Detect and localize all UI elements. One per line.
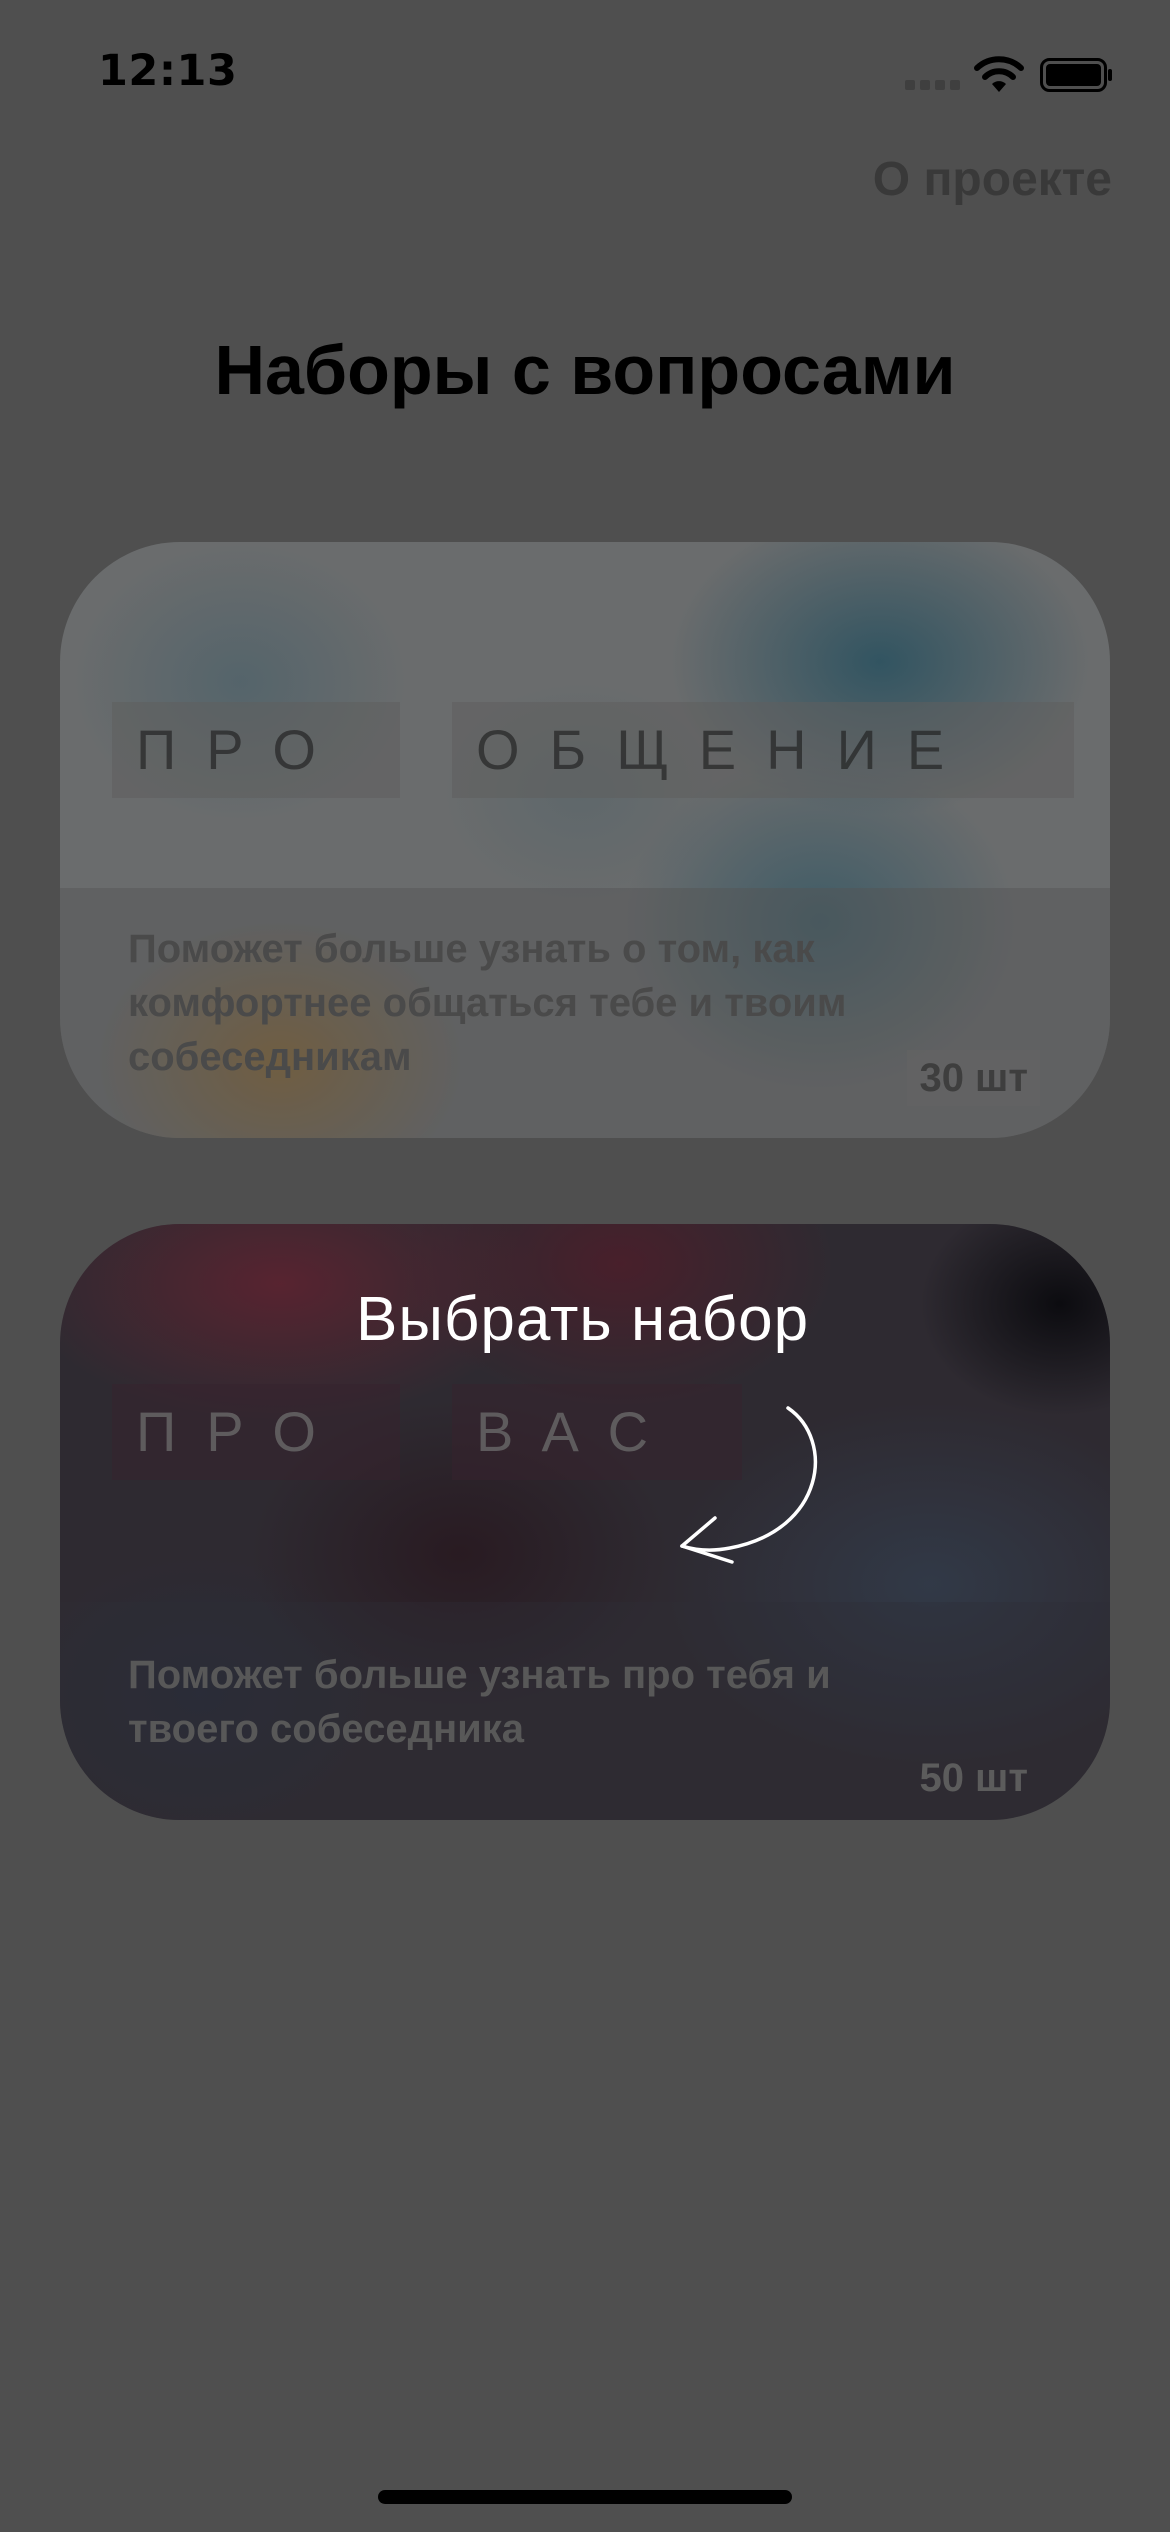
hint-label: Выбрать набор [356, 1285, 810, 1354]
card-tag-word: ПРО [136, 1400, 346, 1463]
card-question-count: 50 шт [919, 1756, 1028, 1800]
card-tag-box: ОБЩЕНИЕ [452, 702, 1074, 798]
card-tag-word: ПРО [136, 718, 346, 781]
card-description: Поможет больше узнать про тебя и твоего … [128, 1653, 831, 1751]
card-tag-box: ПРО [112, 1384, 400, 1480]
status-bar: 12:13 [0, 0, 1170, 150]
card-tag-box: ПРО [112, 702, 400, 798]
battery-icon [1040, 58, 1112, 92]
wifi-icon [974, 56, 1024, 92]
card-tag-word: ОБЩЕНИЕ [476, 718, 975, 781]
card-description: Поможет больше узнать о том, как комфорт… [128, 927, 847, 1079]
curved-arrow-icon [680, 1406, 818, 1564]
page-title: Наборы с вопросами [214, 331, 956, 409]
card-tag-word: ВАС [476, 1400, 679, 1463]
question-set-card-communication[interactable]: ПРО ОБЩЕНИЕ Поможет больше узнать о том,… [60, 542, 1110, 1138]
card-question-count: 30 шт [907, 1050, 1040, 1106]
status-time: 12:13 [98, 46, 238, 96]
about-project-link[interactable]: О проекте [873, 152, 1112, 207]
cellular-signal-icon [905, 80, 961, 90]
home-indicator[interactable] [378, 2490, 792, 2504]
